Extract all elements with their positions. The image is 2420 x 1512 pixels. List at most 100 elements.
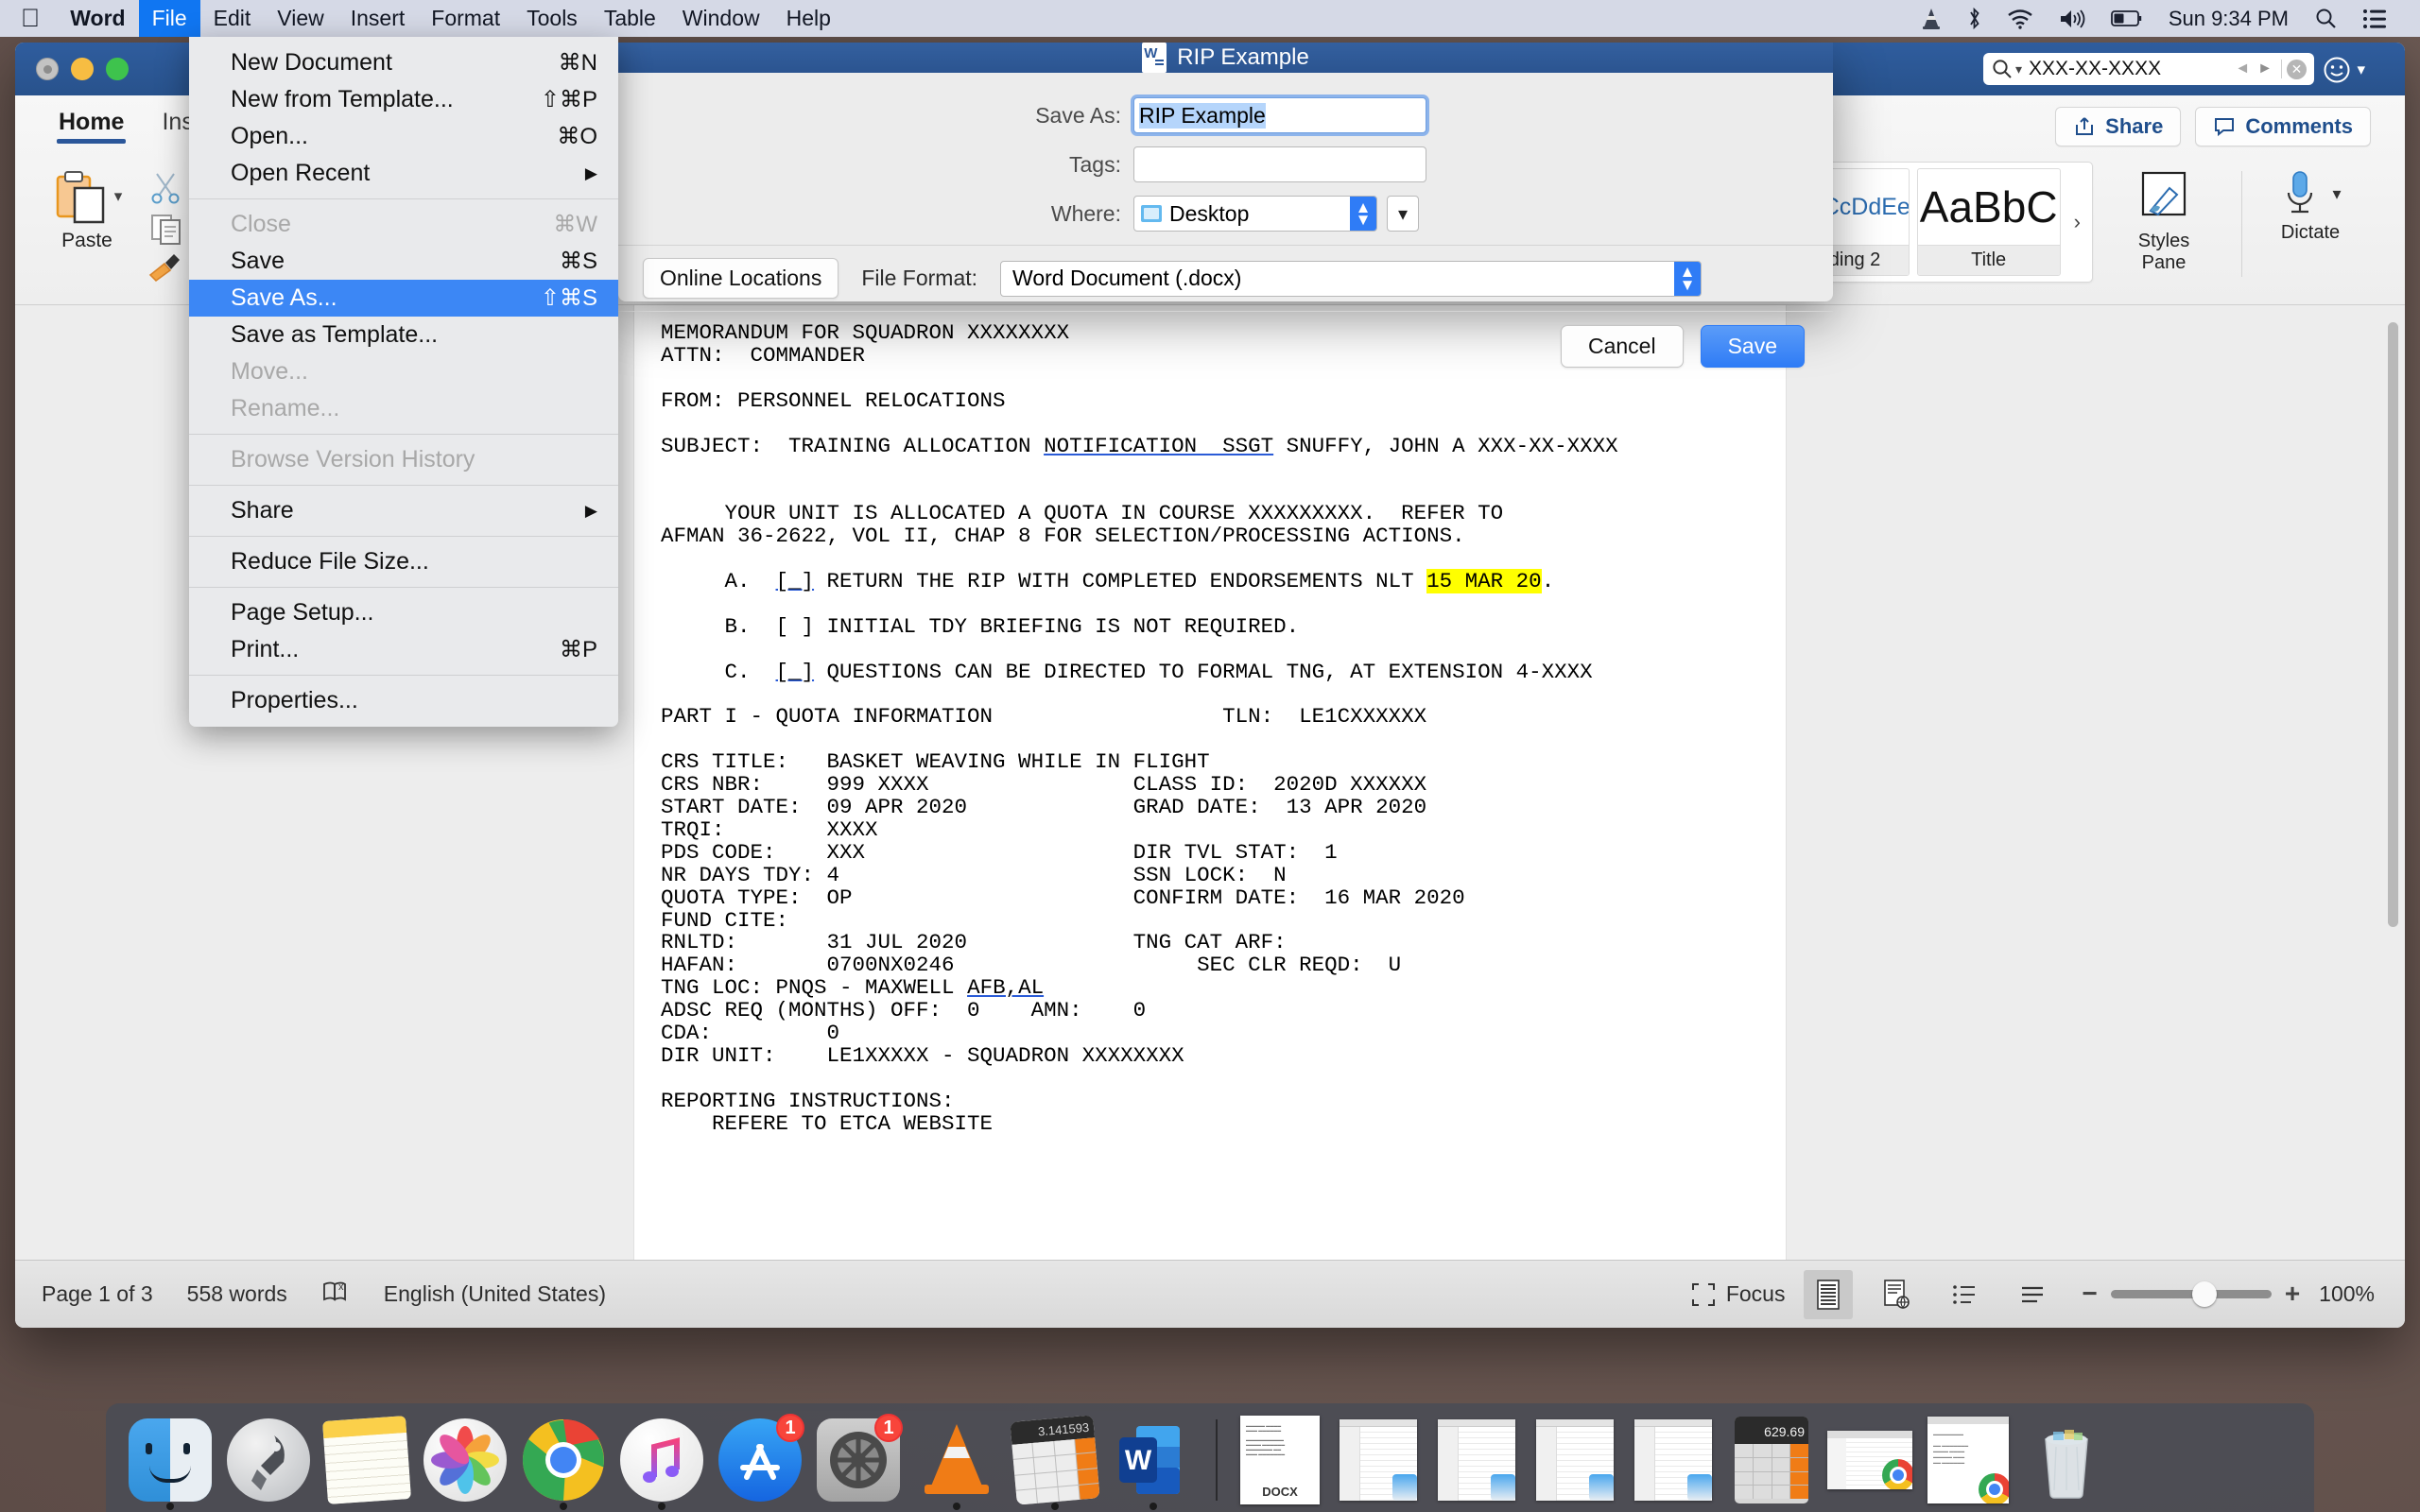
proofing-errors-icon[interactable]: x — [321, 1279, 350, 1311]
bluetooth-icon[interactable] — [1954, 0, 1995, 37]
zoom-track[interactable] — [2111, 1290, 2272, 1298]
account-icon-group[interactable]: ▾ — [2323, 56, 2365, 84]
dock-item-notes[interactable] — [320, 1414, 413, 1506]
dock-file-chrome-window-1[interactable] — [1824, 1414, 1916, 1506]
comments-button[interactable]: Comments — [2195, 107, 2371, 146]
cancel-button[interactable]: Cancel — [1561, 325, 1684, 368]
menu-window[interactable]: Window — [669, 0, 773, 37]
dock-item-launchpad[interactable] — [222, 1414, 315, 1506]
dock-item-finder[interactable] — [124, 1414, 216, 1506]
dock-file-calculator-window[interactable]: 629.69 — [1725, 1414, 1818, 1506]
file-menu-item-new-document[interactable]: New Document⌘N — [189, 44, 618, 81]
chevron-down-icon[interactable]: ▾ — [2357, 60, 2365, 79]
save-as-input[interactable]: RIP Example — [1133, 97, 1426, 133]
dock-item-system-preferences[interactable]: 1 — [812, 1414, 905, 1506]
minus-icon[interactable]: − — [2082, 1287, 2097, 1300]
chevron-down-icon[interactable]: ▾ — [114, 187, 123, 206]
save-button[interactable]: Save — [1701, 325, 1805, 368]
close-window-button[interactable] — [36, 58, 59, 80]
file-menu-item-new-from-template[interactable]: New from Template...⇧⌘P — [189, 81, 618, 118]
draft-icon[interactable] — [2008, 1270, 2057, 1319]
control-center-icon[interactable] — [2350, 0, 2399, 37]
zoom-slider[interactable]: − + — [2076, 1286, 2300, 1302]
zoom-level[interactable]: 100% — [2319, 1281, 2375, 1307]
dock-file-finder-window-3[interactable] — [1529, 1414, 1621, 1506]
dock-item-app-store[interactable]: 1 — [714, 1414, 806, 1506]
menu-help[interactable]: Help — [773, 0, 844, 37]
file-menu-item-reduce-file-size[interactable]: Reduce File Size... — [189, 543, 618, 580]
file-menu-item-share[interactable]: Share▶ — [189, 492, 618, 529]
chevron-right-icon[interactable]: › — [2068, 168, 2086, 276]
search-box[interactable]: ▾ ◄ ► ✕ — [1983, 53, 2314, 85]
vlc-cone-icon[interactable] — [1909, 0, 1954, 37]
menu-tools[interactable]: Tools — [513, 0, 591, 37]
dock-file-finder-window-1[interactable] — [1332, 1414, 1425, 1506]
menu-view[interactable]: View — [264, 0, 337, 37]
maximize-window-button[interactable] — [106, 58, 129, 80]
file-menu-item-save-as-template[interactable]: Save as Template... — [189, 317, 618, 353]
file-menu-item-page-setup[interactable]: Page Setup... — [189, 594, 618, 631]
dock-file-finder-window-2[interactable] — [1430, 1414, 1523, 1506]
styles-pane-button[interactable]: Styles Pane — [2108, 169, 2220, 274]
menu-edit[interactable]: Edit — [200, 0, 265, 37]
cut-scissors-icon[interactable] — [147, 171, 185, 205]
vertical-scrollbar[interactable] — [2388, 322, 2398, 927]
triangle-right-icon[interactable]: ► — [2254, 60, 2276, 77]
chevron-down-icon[interactable]: ▾ — [2015, 61, 2022, 77]
web-layout-icon[interactable] — [1872, 1270, 1921, 1319]
search-input[interactable] — [2022, 58, 2231, 80]
style-title[interactable]: AaBbC Title — [1917, 168, 2061, 276]
page-indicator[interactable]: Page 1 of 3 — [42, 1281, 153, 1307]
outline-icon[interactable] — [1940, 1270, 1989, 1319]
document-text[interactable]: MEMORANDUM FOR SQUADRON XXXXXXXXATTN: CO… — [634, 322, 1786, 1136]
file-menu-item-save-as[interactable]: Save As...⇧⌘S — [189, 280, 618, 317]
file-menu-item-open[interactable]: Open...⌘O — [189, 118, 618, 155]
menu-format[interactable]: Format — [418, 0, 513, 37]
print-layout-icon[interactable] — [1804, 1270, 1853, 1319]
file-menu-item-properties[interactable]: Properties... — [189, 682, 618, 719]
menu-word[interactable]: Word — [57, 0, 138, 37]
dock-file-chrome-window-2[interactable]: ▬▬▬▬▬▬▬▬▬▬ ▬▬▬▬▬▬▬▬▬▬▬ ▬▬▬▬▬▬▬▬▬ ▬▬▬▬▬ ▬… — [1922, 1414, 2014, 1506]
dock-item-vlc[interactable] — [910, 1414, 1003, 1506]
zoom-knob[interactable] — [2192, 1281, 2217, 1307]
dictate-button[interactable]: ▾ Dictate — [2254, 169, 2367, 244]
dock-file-finder-window-4[interactable] — [1627, 1414, 1720, 1506]
minimize-window-button[interactable] — [71, 58, 94, 80]
online-locations-button[interactable]: Online Locations — [643, 258, 838, 299]
paste-button[interactable]: ▾ Paste — [40, 162, 134, 252]
menu-insert[interactable]: Insert — [337, 0, 419, 37]
plus-icon[interactable]: + — [2285, 1286, 2300, 1302]
apple-logo-icon[interactable]:  — [0, 0, 57, 37]
file-menu-item-save[interactable]: Save⌘S — [189, 243, 618, 280]
focus-button[interactable]: Focus — [1690, 1281, 1786, 1308]
up-down-stepper-icon[interactable]: ▲▼ — [1350, 197, 1376, 231]
tab-home[interactable]: Home — [40, 109, 143, 142]
copy-icon[interactable] — [147, 212, 185, 246]
wifi-icon[interactable] — [1995, 0, 2046, 37]
tags-input[interactable] — [1133, 146, 1426, 182]
clear-circle-icon[interactable]: ✕ — [2287, 60, 2307, 79]
battery-icon[interactable] — [2099, 0, 2155, 37]
dock-file-docx[interactable]: ▬▬▬▬▬ ▬▬▬▬▬▬▬ ▬▬▬▬▬▬▬▬▬▬▬▬▬▬▬▬▬▬▬▬ ▬▬▬▬▬… — [1234, 1414, 1326, 1506]
expand-dialog-button[interactable]: ▾ — [1387, 196, 1419, 232]
menu-table[interactable]: Table — [591, 0, 669, 37]
dock-item-microsoft-word[interactable]: W — [1107, 1414, 1200, 1506]
word-count[interactable]: 558 words — [187, 1281, 287, 1307]
file-menu-item-print[interactable]: Print...⌘P — [189, 631, 618, 668]
language-indicator[interactable]: English (United States) — [384, 1281, 606, 1307]
chevron-down-icon[interactable]: ▾ — [2332, 184, 2341, 204]
format-painter-icon[interactable] — [147, 252, 185, 283]
up-down-stepper-icon[interactable]: ▲▼ — [1674, 262, 1701, 296]
file-format-dropdown[interactable]: Word Document (.docx) ▲▼ — [1000, 261, 1702, 297]
triangle-left-icon[interactable]: ◄ — [2231, 60, 2254, 77]
where-dropdown[interactable]: Desktop ▲▼ — [1133, 196, 1377, 232]
dock-item-trash[interactable] — [2020, 1414, 2113, 1506]
share-button[interactable]: Share — [2055, 107, 2181, 146]
menu-bar-clock[interactable]: Sun 9:34 PM — [2155, 7, 2302, 31]
dock-item-calculator[interactable]: 3.141593 — [1009, 1414, 1101, 1506]
menu-file[interactable]: File — [139, 0, 200, 37]
file-menu-item-open-recent[interactable]: Open Recent▶ — [189, 155, 618, 192]
document-page[interactable]: MEMORANDUM FOR SQUADRON XXXXXXXXATTN: CO… — [634, 305, 1786, 1260]
dock-item-chrome[interactable] — [517, 1414, 610, 1506]
search-icon[interactable] — [2302, 0, 2350, 37]
